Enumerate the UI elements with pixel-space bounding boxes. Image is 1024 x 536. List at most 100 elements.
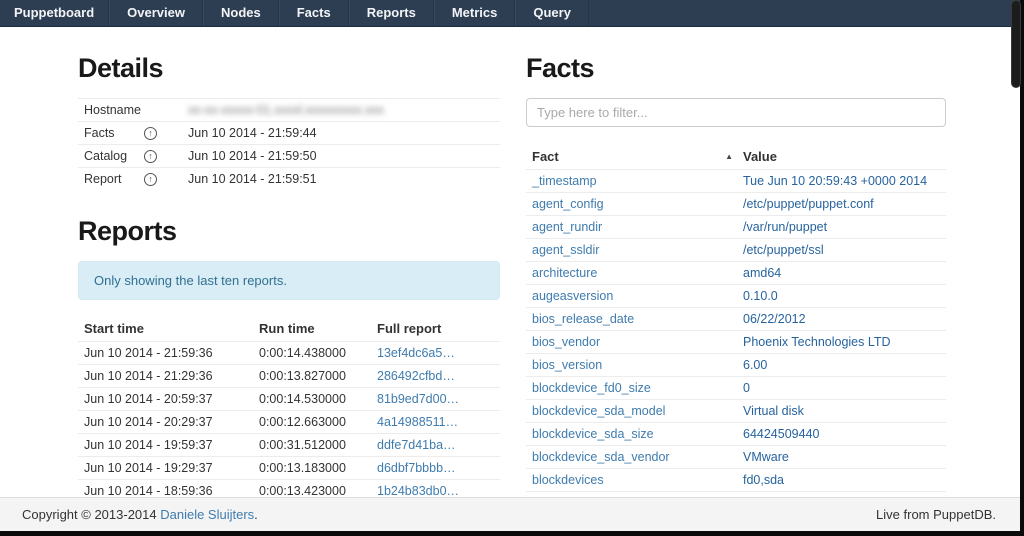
details-row-timestamp: Jun 10 2014 - 21:59:50 bbox=[188, 149, 494, 163]
fact-row: agent_config /etc/puppet/puppet.conf bbox=[526, 192, 946, 215]
report-row: Jun 10 2014 - 20:59:37 0:00:14.530000 81… bbox=[78, 387, 500, 410]
fact-row: blockdevice_sda_size 64424509440 bbox=[526, 422, 946, 445]
navbar-item[interactable]: Query bbox=[515, 0, 589, 26]
fact-row: blockdevices fd0,sda bbox=[526, 468, 946, 491]
fact-row: blockdevice_sda_model Virtual disk bbox=[526, 399, 946, 422]
fact-row: architecture amd64 bbox=[526, 261, 946, 284]
navbar-items: Overview Nodes Facts Reports Metrics Que… bbox=[109, 0, 589, 26]
fact-row: bios_vendor Phoenix Technologies LTD bbox=[526, 330, 946, 353]
report-hash-link[interactable]: 286492cfbd… bbox=[377, 369, 455, 383]
fact-name-link[interactable]: agent_rundir bbox=[532, 220, 602, 234]
fact-name-link[interactable]: blockdevice_sda_model bbox=[532, 404, 665, 418]
fact-name-link[interactable]: bios_vendor bbox=[532, 335, 600, 349]
fact-name-link[interactable]: _timestamp bbox=[532, 174, 597, 188]
fact-value: VMware bbox=[743, 450, 940, 464]
right-column: Facts Fact ▲ Value _timestamp Tue Jun 10… bbox=[526, 27, 946, 525]
fact-value: 6.00 bbox=[743, 358, 940, 372]
report-start-time: Jun 10 2014 - 21:29:36 bbox=[84, 369, 259, 383]
report-run-time: 0:00:12.663000 bbox=[259, 415, 377, 429]
navbar-brand[interactable]: Puppetboard bbox=[0, 0, 109, 26]
details-row: Report ↑ Jun 10 2014 - 21:59:51 bbox=[78, 167, 500, 190]
fact-value: /etc/puppet/puppet.conf bbox=[743, 197, 940, 211]
details-row: Catalog ↑ Jun 10 2014 - 21:59:50 bbox=[78, 144, 500, 167]
fact-name-link[interactable]: blockdevice_sda_size bbox=[532, 427, 654, 441]
report-run-time: 0:00:14.530000 bbox=[259, 392, 377, 406]
fact-value: 64424509440 bbox=[743, 427, 940, 441]
report-start-time: Jun 10 2014 - 18:59:36 bbox=[84, 484, 259, 498]
fact-name-link[interactable]: blockdevice_sda_vendor bbox=[532, 450, 670, 464]
report-start-time: Jun 10 2014 - 20:59:37 bbox=[84, 392, 259, 406]
details-row-label: Report bbox=[84, 172, 144, 186]
left-column: Details Hostname xx-xx-xxxxx-01.xxxxl.xx… bbox=[78, 27, 500, 525]
fact-row: augeasversion 0.10.0 bbox=[526, 284, 946, 307]
fact-name-link[interactable]: bios_version bbox=[532, 358, 602, 372]
fact-value: /etc/puppet/ssl bbox=[743, 243, 940, 257]
report-run-time: 0:00:13.827000 bbox=[259, 369, 377, 383]
details-row: Facts ↑ Jun 10 2014 - 21:59:44 bbox=[78, 121, 500, 144]
facts-col-fact[interactable]: Fact bbox=[532, 149, 559, 164]
live-from-puppetdb-text: Live from PuppetDB. bbox=[876, 507, 996, 522]
fact-row: agent_ssldir /etc/puppet/ssl bbox=[526, 238, 946, 261]
report-hash-link[interactable]: ddfe7d41ba… bbox=[377, 438, 456, 452]
facts-col-value[interactable]: Value bbox=[743, 149, 940, 164]
fact-value: Phoenix Technologies LTD bbox=[743, 335, 940, 349]
main-content: Details Hostname xx-xx-xxxxx-01.xxxxl.xx… bbox=[78, 27, 946, 525]
report-start-time: Jun 10 2014 - 21:59:36 bbox=[84, 346, 259, 360]
navbar-item[interactable]: Facts bbox=[279, 0, 349, 26]
report-hash-link[interactable]: 1b24b83db0… bbox=[377, 484, 459, 498]
fact-value: 06/22/2012 bbox=[743, 312, 940, 326]
fact-value: 0.10.0 bbox=[743, 289, 940, 303]
details-table: Hostname xx-xx-xxxxx-01.xxxxl.xxxxxxxxx.… bbox=[78, 98, 500, 190]
navbar-item[interactable]: Reports bbox=[349, 0, 434, 26]
fact-name-link[interactable]: agent_ssldir bbox=[532, 243, 599, 257]
fact-row: _timestamp Tue Jun 10 20:59:43 +0000 201… bbox=[526, 169, 946, 192]
details-row-timestamp: Jun 10 2014 - 21:59:51 bbox=[188, 172, 494, 186]
fact-name-link[interactable]: agent_config bbox=[532, 197, 604, 211]
navbar-item[interactable]: Metrics bbox=[434, 0, 516, 26]
reports-col-start-time: Start time bbox=[84, 321, 259, 336]
report-hash-link[interactable]: 4a14988511… bbox=[377, 415, 458, 429]
facts-table: Fact ▲ Value _timestamp Tue Jun 10 20:59… bbox=[526, 144, 946, 514]
report-start-time: Jun 10 2014 - 19:59:37 bbox=[84, 438, 259, 452]
report-run-time: 0:00:13.423000 bbox=[259, 484, 377, 498]
time-ago-icon: ↑ bbox=[144, 150, 188, 163]
sort-asc-icon[interactable]: ▲ bbox=[725, 152, 743, 161]
copyright-text: Copyright © 2013-2014 Daniele Sluijters. bbox=[22, 507, 258, 522]
report-start-time: Jun 10 2014 - 20:29:37 bbox=[84, 415, 259, 429]
fact-value: fd0,sda bbox=[743, 473, 940, 487]
fact-value: amd64 bbox=[743, 266, 940, 280]
fact-value: Virtual disk bbox=[743, 404, 940, 418]
time-ago-icon: ↑ bbox=[144, 173, 188, 186]
reports-info-alert: Only showing the last ten reports. bbox=[78, 261, 500, 300]
page-footer: Copyright © 2013-2014 Daniele Sluijters.… bbox=[0, 497, 1020, 531]
author-link[interactable]: Daniele Sluijters bbox=[160, 507, 254, 522]
window-bottom-edge bbox=[0, 531, 1024, 536]
fact-value: 0 bbox=[743, 381, 940, 395]
fact-name-link[interactable]: augeasversion bbox=[532, 289, 613, 303]
fact-name-link[interactable]: bios_release_date bbox=[532, 312, 634, 326]
fact-name-link[interactable]: blockdevice_fd0_size bbox=[532, 381, 651, 395]
report-start-time: Jun 10 2014 - 19:29:37 bbox=[84, 461, 259, 475]
facts-table-header: Fact ▲ Value bbox=[526, 144, 946, 169]
report-row: Jun 10 2014 - 19:29:37 0:00:13.183000 d6… bbox=[78, 456, 500, 479]
details-row-label: Facts bbox=[84, 126, 144, 140]
report-hash-link[interactable]: 13ef4dc6a5… bbox=[377, 346, 455, 360]
report-row: Jun 10 2014 - 19:59:37 0:00:31.512000 dd… bbox=[78, 433, 500, 456]
scrollbar-thumb[interactable] bbox=[1011, 0, 1021, 88]
navbar-item[interactable]: Overview bbox=[109, 0, 203, 26]
details-title: Details bbox=[78, 53, 500, 84]
reports-table: Start time Run time Full report Jun 10 2… bbox=[78, 316, 500, 525]
fact-name-link[interactable]: architecture bbox=[532, 266, 597, 280]
fact-value: /var/run/puppet bbox=[743, 220, 940, 234]
navbar-item[interactable]: Nodes bbox=[203, 0, 279, 26]
facts-filter-input[interactable] bbox=[526, 98, 946, 127]
reports-col-run-time: Run time bbox=[259, 321, 377, 336]
report-row: Jun 10 2014 - 21:29:36 0:00:13.827000 28… bbox=[78, 364, 500, 387]
hostname-label: Hostname bbox=[84, 103, 144, 117]
fact-name-link[interactable]: blockdevices bbox=[532, 473, 604, 487]
report-row: Jun 10 2014 - 20:29:37 0:00:12.663000 4a… bbox=[78, 410, 500, 433]
fact-row: bios_version 6.00 bbox=[526, 353, 946, 376]
report-hash-link[interactable]: d6dbf7bbbb… bbox=[377, 461, 456, 475]
details-hostname-row: Hostname xx-xx-xxxxx-01.xxxxl.xxxxxxxxx.… bbox=[78, 98, 500, 121]
report-hash-link[interactable]: 81b9ed7d00… bbox=[377, 392, 459, 406]
